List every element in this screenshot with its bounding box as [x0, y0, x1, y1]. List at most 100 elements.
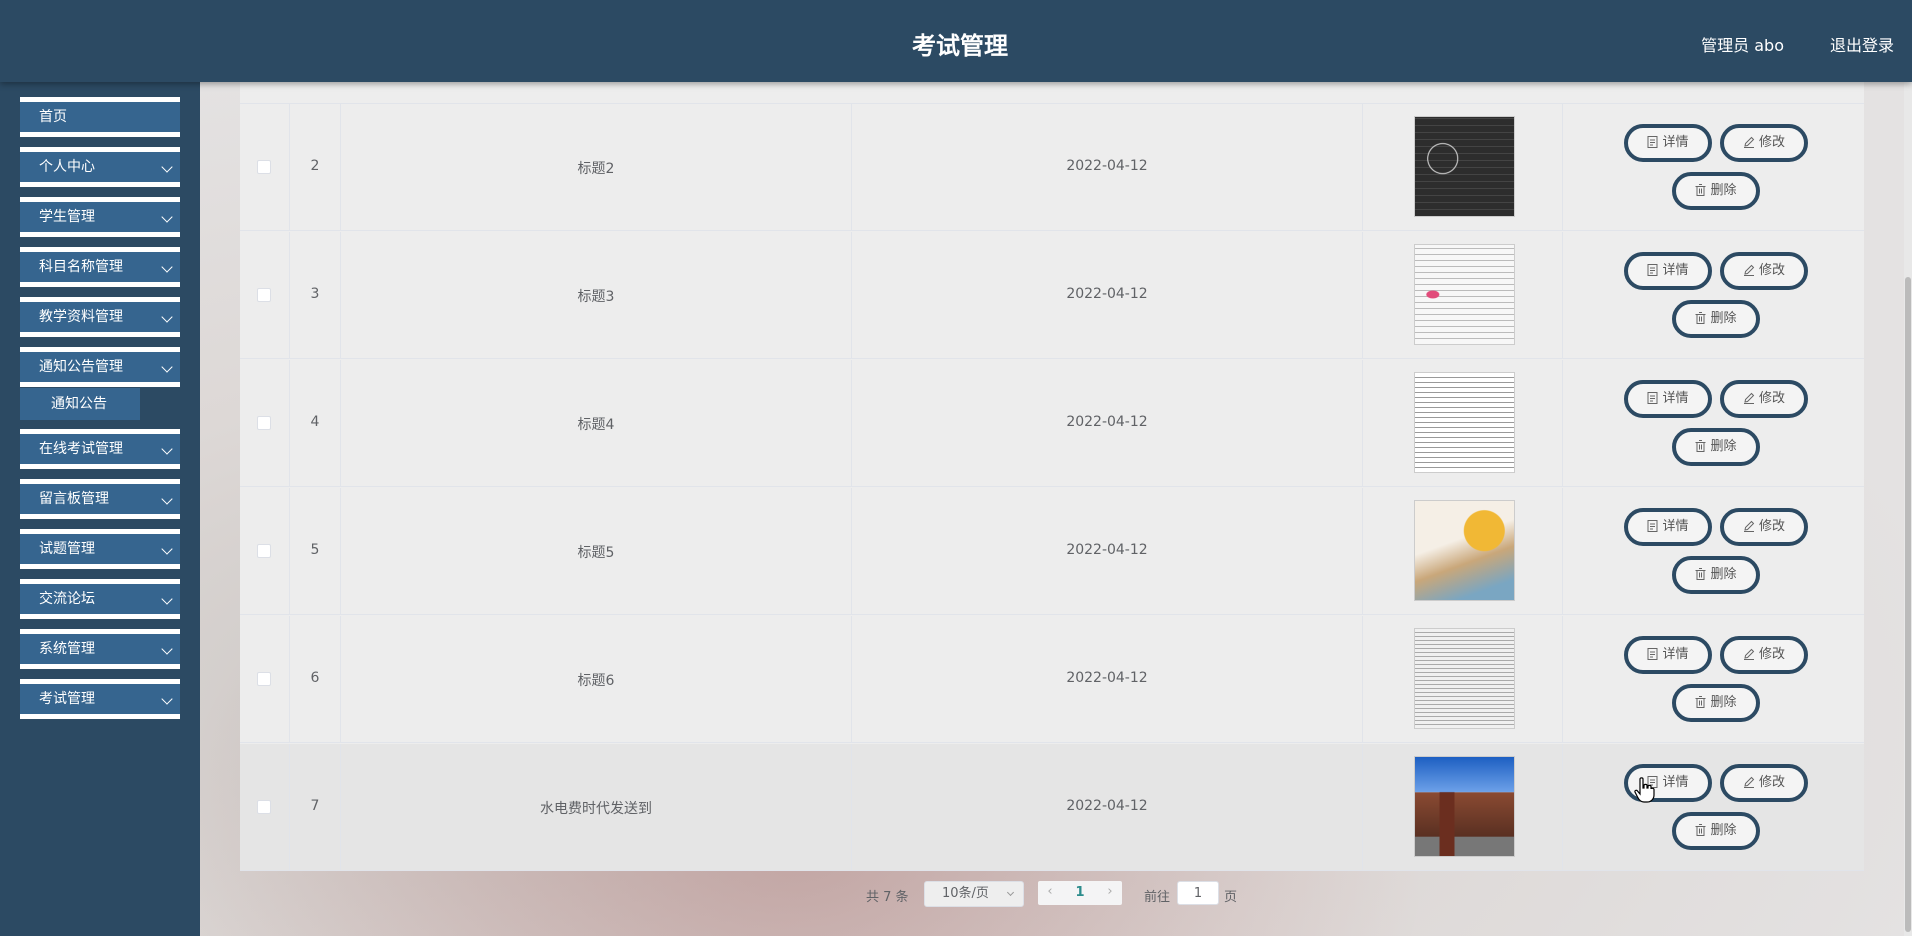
pencil-icon — [1743, 130, 1755, 160]
detail-label: 详情 — [1662, 519, 1689, 534]
sidebar-item-questions[interactable]: 试题管理 — [20, 529, 180, 569]
detail-button[interactable]: 详情 — [1624, 380, 1712, 418]
next-page-icon[interactable]: › — [1098, 881, 1122, 905]
edit-button[interactable]: 修改 — [1720, 252, 1808, 290]
chevron-down-icon — [161, 261, 173, 273]
sidebar-item-label: 试题管理 — [39, 541, 95, 557]
chevron-down-icon — [161, 361, 173, 373]
row-thumbnail-mindmap[interactable] — [1414, 244, 1515, 345]
sidebar-item-students[interactable]: 学生管理 — [20, 197, 180, 237]
sidebar-item-label: 交流论坛 — [39, 591, 95, 607]
detail-button[interactable]: 详情 — [1624, 508, 1712, 546]
edit-label: 修改 — [1758, 391, 1785, 406]
table-row: 7 水电费时代发送到 2022-04-12 详情 修改 删除 — [240, 744, 1864, 871]
chevron-down-icon — [161, 443, 173, 455]
document-icon — [1647, 386, 1658, 416]
logout-link[interactable]: 退出登录 — [1830, 32, 1894, 56]
trash-icon — [1695, 818, 1706, 848]
row-thumbnail-blackboard[interactable] — [1414, 116, 1515, 217]
chevron-down-icon — [161, 543, 173, 555]
sidebar-subitem-notice[interactable]: 通知公告 — [20, 388, 140, 420]
row-checkbox[interactable] — [257, 544, 271, 558]
edit-button[interactable]: 修改 — [1720, 508, 1808, 546]
delete-button[interactable]: 删除 — [1672, 684, 1760, 722]
row-date: 2022-04-12 — [1066, 670, 1148, 686]
pagination: 共 7 条 10条/页 ‹ 1 › 前往 页 — [200, 878, 1912, 908]
row-title: 标题5 — [577, 545, 615, 561]
edit-button[interactable]: 修改 — [1720, 636, 1808, 674]
detail-button[interactable]: 详情 — [1624, 636, 1712, 674]
delete-button[interactable]: 删除 — [1672, 172, 1760, 210]
sidebar-item-notices[interactable]: 通知公告管理 — [20, 347, 180, 387]
row-index: 5 — [310, 542, 320, 558]
chevron-down-icon — [161, 211, 173, 223]
sidebar-item-label: 留言板管理 — [39, 491, 109, 507]
trash-icon — [1695, 306, 1706, 336]
trash-icon — [1695, 178, 1706, 208]
row-checkbox[interactable] — [257, 288, 271, 302]
row-thumbnail-document[interactable] — [1414, 372, 1515, 473]
sidebar: 首页 个人中心 学生管理 科目名称管理 教学资料管理 通知公告管理 通知公告 在… — [0, 82, 200, 936]
title-cell: 标题2 — [341, 104, 852, 231]
data-table: 2 标题2 2022-04-12 详情 修改 删除 3 标题3 2022-04-… — [240, 82, 1864, 871]
row-thumbnail-illustration[interactable] — [1414, 500, 1515, 601]
prev-page-icon[interactable]: ‹ — [1038, 881, 1062, 905]
image-cell — [1363, 488, 1563, 615]
document-icon — [1647, 130, 1658, 160]
date-cell: 2022-04-12 — [852, 232, 1363, 359]
page-number-current[interactable]: 1 — [1068, 881, 1092, 905]
chevron-down-icon — [161, 161, 173, 173]
row-date: 2022-04-12 — [1066, 414, 1148, 430]
document-icon — [1647, 642, 1658, 672]
row-date: 2022-04-12 — [1066, 158, 1148, 174]
edit-button[interactable]: 修改 — [1720, 380, 1808, 418]
sidebar-item-system[interactable]: 系统管理 — [20, 629, 180, 669]
scrollbar-thumb[interactable] — [1905, 277, 1911, 932]
edit-button[interactable]: 修改 — [1720, 764, 1808, 802]
pagination-total: 共 7 条 — [866, 890, 909, 905]
edit-label: 修改 — [1758, 775, 1785, 790]
pencil-icon — [1743, 770, 1755, 800]
pencil-icon — [1743, 642, 1755, 672]
row-index: 6 — [310, 670, 320, 686]
detail-button[interactable]: 详情 — [1624, 252, 1712, 290]
goto-page-input[interactable] — [1177, 881, 1219, 905]
delete-button[interactable]: 删除 — [1672, 812, 1760, 850]
detail-button[interactable]: 详情 — [1624, 124, 1712, 162]
pencil-icon — [1743, 386, 1755, 416]
sidebar-item-exam-management[interactable]: 考试管理 — [20, 679, 180, 719]
title-cell: 标题6 — [341, 616, 852, 743]
page-size-select[interactable]: 10条/页 — [924, 881, 1024, 907]
sidebar-item-home[interactable]: 首页 — [20, 97, 180, 137]
row-index: 7 — [310, 798, 320, 814]
image-cell — [1363, 616, 1563, 743]
vertical-scrollbar[interactable] — [1904, 82, 1912, 936]
sidebar-item-message-board[interactable]: 留言板管理 — [20, 479, 180, 519]
chevron-down-icon — [161, 593, 173, 605]
edit-button[interactable]: 修改 — [1720, 124, 1808, 162]
chevron-down-icon — [161, 493, 173, 505]
row-checkbox[interactable] — [257, 160, 271, 174]
index-cell: 3 — [290, 232, 341, 359]
sidebar-item-subjects[interactable]: 科目名称管理 — [20, 247, 180, 287]
row-title: 水电费时代发送到 — [540, 801, 652, 817]
actions-cell: 详情 修改 删除 — [1563, 104, 1864, 231]
select-cell — [240, 104, 290, 231]
delete-button[interactable]: 删除 — [1672, 556, 1760, 594]
chevron-down-icon — [161, 643, 173, 655]
row-thumbnail-table-scan[interactable] — [1414, 628, 1515, 729]
trash-icon — [1695, 690, 1706, 720]
delete-button[interactable]: 删除 — [1672, 300, 1760, 338]
row-checkbox[interactable] — [257, 800, 271, 814]
sidebar-item-label: 教学资料管理 — [39, 309, 123, 325]
sidebar-item-online-exam[interactable]: 在线考试管理 — [20, 429, 180, 469]
sidebar-item-forum[interactable]: 交流论坛 — [20, 579, 180, 619]
select-cell — [240, 232, 290, 359]
delete-button[interactable]: 删除 — [1672, 428, 1760, 466]
row-checkbox[interactable] — [257, 416, 271, 430]
title-cell: 标题3 — [341, 232, 852, 359]
sidebar-item-materials[interactable]: 教学资料管理 — [20, 297, 180, 337]
row-checkbox[interactable] — [257, 672, 271, 686]
sidebar-item-personal-center[interactable]: 个人中心 — [20, 147, 180, 187]
row-thumbnail-building[interactable] — [1414, 756, 1515, 857]
